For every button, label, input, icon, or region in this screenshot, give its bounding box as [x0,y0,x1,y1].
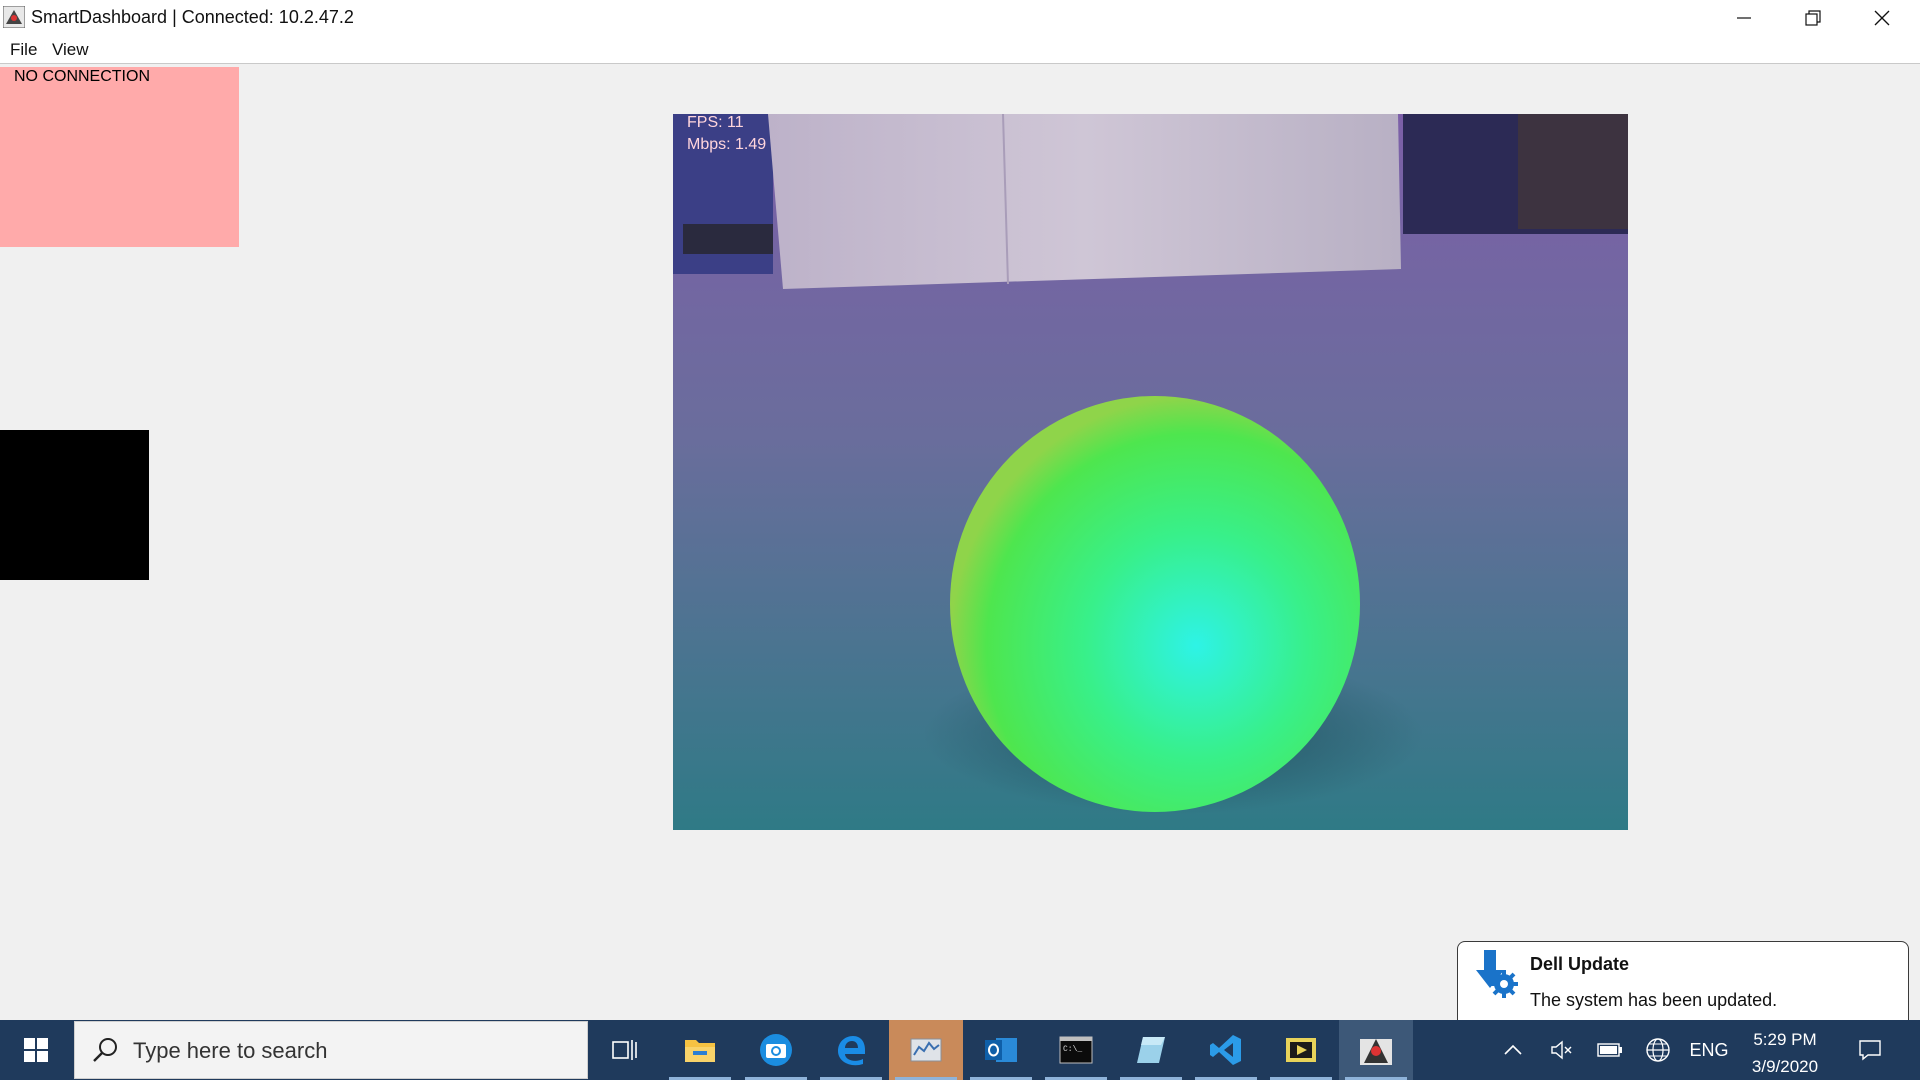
battery-icon [1597,1043,1622,1057]
action-center-button[interactable] [1850,1020,1890,1080]
taskbar-vscode[interactable] [1189,1020,1263,1080]
camera-app-icon [760,1034,792,1066]
search-icon [93,1038,117,1062]
driver-station-icon [910,1038,942,1062]
language-button[interactable]: ENG [1686,1020,1732,1080]
volume-muted-icon [1551,1040,1572,1060]
camera-image [673,114,1628,830]
show-hidden-icons-button[interactable] [1498,1020,1528,1080]
taskbar-terminal[interactable]: C:\_ [1039,1020,1113,1080]
taskbar-notes-app[interactable] [1114,1020,1188,1080]
window-title: SmartDashboard | Connected: 10.2.47.2 [31,7,354,27]
file-explorer-icon [685,1040,715,1062]
windows-icon [24,1038,48,1062]
camera-fps-label: FPS: 11 [687,114,744,131]
start-button[interactable] [0,1020,72,1080]
smartdashboard-icon [1360,1039,1392,1065]
taskbar-driver-station[interactable] [889,1020,963,1080]
close-icon [1874,10,1890,25]
taskbar-camera-app[interactable] [739,1020,813,1080]
search-placeholder: Type here to search [133,1038,328,1063]
connection-status-text: NO CONNECTION [14,68,150,85]
restore-button[interactable] [1779,0,1847,35]
taskbar-search-input[interactable]: Type here to search [74,1021,588,1079]
media-app-icon [1286,1038,1316,1062]
notification-title: Dell Update [1530,954,1630,974]
notes-icon [1137,1037,1165,1063]
network-button[interactable] [1640,1020,1676,1080]
minimize-button[interactable] [1710,0,1778,35]
edge-icon [838,1036,865,1066]
smartdashboard-app-icon[interactable] [2,5,26,29]
battery-button[interactable] [1592,1020,1628,1080]
title-bar: SmartDashboard | Connected: 10.2.47.2 [0,0,1920,35]
task-view-button[interactable] [588,1020,662,1080]
blank-widget[interactable] [0,430,149,580]
menu-view[interactable]: View [52,40,89,60]
taskbar-outlook[interactable] [964,1020,1038,1080]
chevron-up-icon [1504,1044,1522,1055]
notification-body: The system has been updated. [1530,990,1778,1010]
outlook-icon [985,1038,1017,1062]
notification-icon [1859,1040,1881,1061]
globe-icon [1646,1038,1670,1062]
clock-time: 5:29 PM [1753,1030,1817,1049]
task-view-icon [612,1040,637,1060]
volume-button[interactable] [1545,1020,1579,1080]
menu-file[interactable]: File [10,40,37,60]
camera-mbps-label: Mbps: 1.49 [687,136,767,153]
dell-update-icon [1468,948,1520,1000]
connection-status-widget[interactable]: NO CONNECTION [0,67,239,247]
taskbar-smartdashboard[interactable] [1339,1020,1413,1080]
clock-date: 3/9/2020 [1751,1057,1819,1076]
camera-stream[interactable]: FPS: 11 Mbps: 1.49 [673,114,1628,830]
menu-bar: File View [0,35,1920,64]
terminal-icon: C:\_ [1059,1036,1093,1064]
taskbar-edge[interactable] [814,1020,888,1080]
restore-icon [1805,9,1821,26]
close-button[interactable] [1848,0,1916,35]
svg-text:C:\_: C:\_ [1063,1045,1082,1054]
language-indicator: ENG [1689,1039,1729,1060]
taskbar-media-app[interactable] [1264,1020,1338,1080]
minimize-icon [1737,16,1751,19]
taskbar-file-explorer[interactable] [663,1020,737,1080]
taskbar: Type here to search C:\_ ENG 5:29 PM 3/9… [0,1020,1920,1080]
vscode-icon [1210,1035,1241,1065]
clock-button[interactable]: 5:29 PM 3/9/2020 [1740,1026,1830,1080]
